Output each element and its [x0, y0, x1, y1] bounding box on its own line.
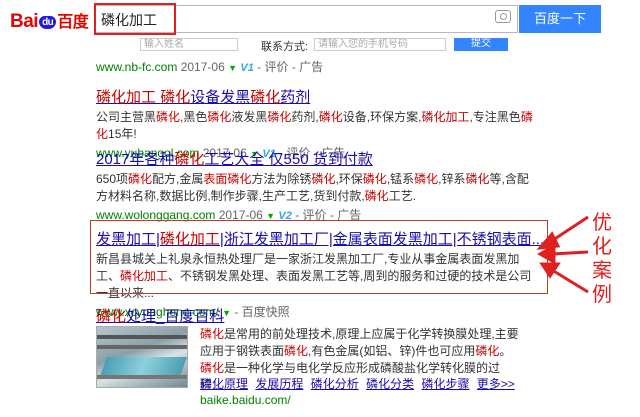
baike-title-row: 磷化处理_百度百科 [96, 305, 536, 326]
baike-more-link[interactable]: 更多>> [477, 377, 515, 391]
annotation-arrows-icon [536, 215, 589, 294]
contact-label: 联系方式: [261, 41, 309, 52]
result-title[interactable]: 磷化加工 磷化设备发黑磷化药剂 [96, 86, 536, 107]
baike-url[interactable]: baike.baidu.com/ [200, 393, 291, 407]
result-abstract: 650项磷化配方,金属表面磷化方法为除锈磷化,环保磷化,锰系磷化,锌系磷化等,含… [96, 172, 529, 203]
submit-button[interactable]: 提交 [454, 38, 508, 51]
result-url[interactable]: www.nb-fc.com [96, 60, 177, 74]
ad-url-line: www.nb-fc.com 2017-06 ▼ V1 - 评价 - 广告 [96, 57, 536, 75]
search-button[interactable]: 百度一下 [519, 5, 601, 33]
result-meta[interactable]: - 评价 - 广告 [257, 60, 323, 74]
case-highlight-box [90, 220, 548, 294]
result-abstract: 公司主营黑磷化,黑色磷化液发黑磷化药剂,磷化设备,环保方案,磷化加工,专注黑色磷… [96, 110, 533, 141]
baike-links: 磷化原理 发展历程 磷化分析 磷化分类 磷化步骤 更多>> [200, 375, 519, 392]
result-date: 2017-06 [180, 60, 225, 74]
logo-paw-icon: du [39, 16, 57, 29]
baike-link[interactable]: 磷化分类 [366, 377, 414, 391]
case-annotation: 优化案例 [592, 210, 612, 306]
result-item: 2017年各种磷化工艺大全 仅550 货到付款 650项磷化配方,金属表面磷化方… [96, 148, 536, 223]
name-field[interactable]: 输入姓名 [140, 38, 238, 51]
logo-text-bai: Bai [10, 11, 39, 32]
baike-title[interactable]: 磷化处理_百度百科 [96, 305, 536, 326]
baike-link[interactable]: 磷化原理 [200, 377, 248, 391]
ad-contact-form: 输入姓名 联系方式: 请输入您的手机号码 提交 [96, 38, 516, 52]
baike-link[interactable]: 发展历程 [255, 377, 303, 391]
query-highlight-box [94, 3, 176, 35]
phone-field[interactable]: 请输入您的手机号码 [314, 38, 446, 51]
dropdown-arrow-icon[interactable]: ▼ [228, 63, 237, 73]
result-title[interactable]: 2017年各种磷化工艺大全 仅550 货到付款 [96, 148, 536, 169]
baike-link[interactable]: 磷化步骤 [421, 377, 469, 391]
baike-link[interactable]: 磷化分析 [311, 377, 359, 391]
header: Bai du 百度 磷化加工 百度一下 [0, 0, 640, 40]
baike-thumbnail[interactable] [96, 326, 188, 388]
baidu-logo[interactable]: Bai du 百度 [10, 8, 89, 33]
v1-badge-icon[interactable]: V1 [240, 62, 253, 74]
logo-text-baidu: 百度 [57, 14, 89, 31]
camera-icon[interactable] [495, 10, 511, 23]
